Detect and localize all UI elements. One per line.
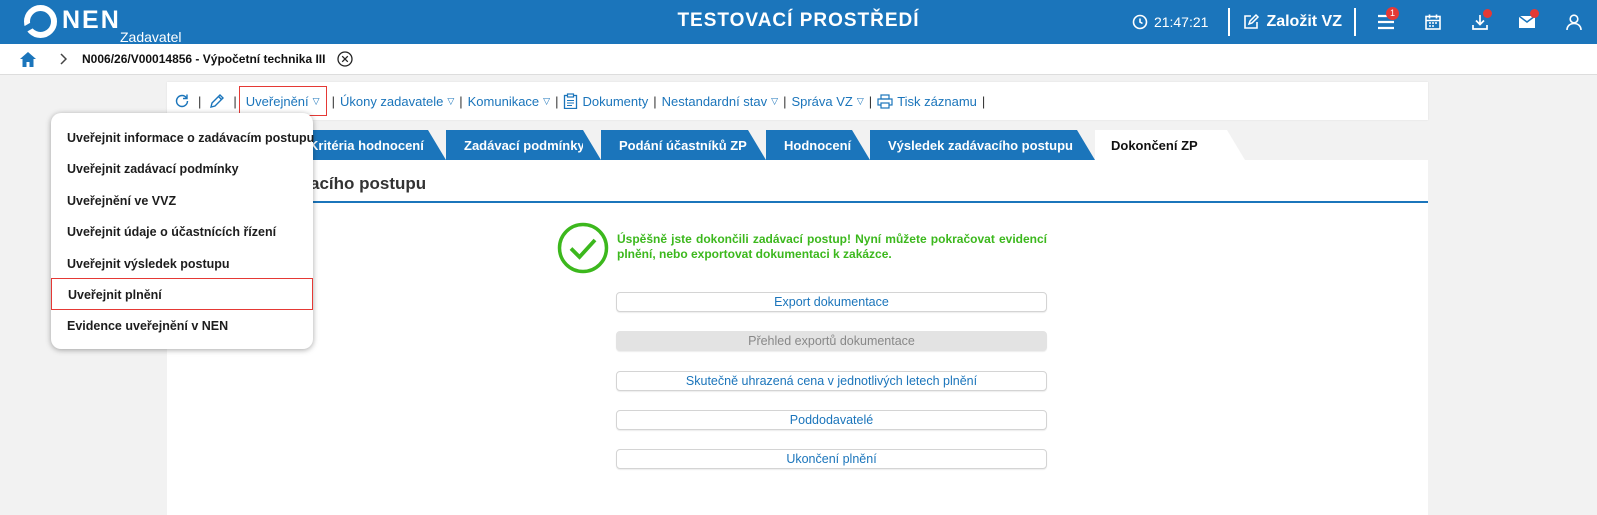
toolbar-actions-label: Úkony zadavatele (339, 93, 444, 109)
tab-submissions[interactable]: Podání účastníků ZP (601, 130, 766, 160)
toolbar-vz-management[interactable]: Správa VZ ▽ (791, 94, 863, 109)
process-tabs: Kritéria hodnocení Zadávací podmínky Pod… (167, 130, 1428, 160)
success-message-box: Úspěšně jste dokončili zadávací postup! … (557, 222, 1117, 274)
create-vz-button[interactable]: Založit VZ (1236, 13, 1348, 31)
printer-icon (877, 93, 893, 109)
menu-item-publish-vvz[interactable]: Uveřejnění ve VVZ (51, 185, 313, 217)
success-text: Úspěšně jste dokončili zadávací postup! … (617, 232, 1047, 261)
nen-logo[interactable]: NEN Zadavatel (24, 5, 181, 45)
toolbar-communication-label: Komunikace (467, 93, 540, 109)
close-icon[interactable] (337, 51, 354, 67)
subcontractors-button[interactable]: Poddodavatelé (616, 410, 1047, 430)
downloads-dot (1483, 9, 1492, 18)
toolbar-documents[interactable]: Dokumenty (563, 93, 648, 109)
checkmark-circle-icon (557, 222, 609, 274)
menu-item-publish-tender-conditions[interactable]: Uveřejnit zadávací podmínky (51, 153, 313, 185)
export-documentation-button[interactable]: Export dokumentace (616, 292, 1047, 312)
menu-button[interactable]: 1 (1362, 0, 1409, 44)
logo-subtitle: Zadavatel (120, 29, 182, 45)
messages-button[interactable] (1503, 0, 1550, 44)
menu-item-publish-result[interactable]: Uveřejnit výsledek postupu (51, 248, 313, 280)
publish-dropdown-menu: Uveřejnit informace o zadávacím postupu … (51, 113, 314, 349)
triangle-down-icon: ▽ (447, 95, 455, 106)
pencil-icon[interactable] (206, 93, 228, 109)
tab-tender-conditions[interactable]: Zadávací podmínky (446, 130, 601, 160)
toolbar-divider: | (555, 93, 559, 109)
toolbar-divider: | (868, 93, 873, 109)
menu-item-publish-participants[interactable]: Uveřejnit údaje o účastnících řízení (51, 216, 313, 248)
logo-text: NEN (62, 6, 121, 34)
toolbar-print-label: Tisk záznamu (897, 93, 977, 109)
top-bar: NEN Zadavatel TESTOVACÍ PROSTŘEDÍ 21:47:… (0, 0, 1597, 45)
end-performance-button[interactable]: Ukončení plnění (616, 449, 1047, 469)
user-button[interactable] (1550, 0, 1597, 44)
toolbar-nonstandard-state[interactable]: Nestandardní stav ▽ (662, 94, 778, 109)
toolbar-communication[interactable]: Komunikace ▽ (468, 94, 550, 109)
toolbar-publish[interactable]: Uveřejnění ▽ (238, 86, 327, 116)
toolbar-divider: | (981, 93, 986, 109)
toolbar-vz-management-label: Správa VZ (791, 93, 853, 109)
messages-dot (1530, 9, 1539, 18)
divider (1228, 8, 1231, 36)
clock-time: 21:47:21 (1153, 14, 1209, 30)
notification-badge: 1 (1386, 7, 1399, 20)
calendar-button[interactable] (1409, 0, 1456, 44)
divider (1354, 8, 1356, 36)
tab-evaluation[interactable]: Hodnocení (766, 130, 870, 160)
triangle-down-icon: ▽ (543, 95, 551, 106)
breadcrumb: N006/26/V00014856 - Výpočetní technika I… (0, 44, 1597, 75)
user-icon (1565, 14, 1582, 31)
menu-item-publish-performance[interactable]: Uveřejnit plnění (51, 278, 313, 310)
toolbar-divider: | (233, 93, 237, 109)
toolbar-divider: | (783, 93, 787, 109)
section-underline (167, 201, 1428, 203)
logo-ring-icon (24, 5, 57, 38)
refresh-icon[interactable] (171, 93, 193, 109)
menu-item-publish-procedure-info[interactable]: Uveřejnit informace o zadávacím postupu (51, 122, 314, 154)
toolbar-divider: | (331, 93, 335, 109)
clipboard-icon (564, 93, 578, 109)
toolbar-print[interactable]: Tisk záznamu (877, 94, 977, 109)
clock-icon (1132, 14, 1148, 30)
triangle-down-icon: ▽ (856, 95, 864, 106)
toolbar-publish-label: Uveřejnění (245, 93, 309, 109)
section-title: acího postupu (310, 174, 427, 193)
export-overview-button[interactable]: Přehled exportů dokumentace (616, 331, 1047, 351)
edit-icon (1244, 13, 1260, 29)
home-icon[interactable] (19, 51, 37, 68)
main-panel: Kritéria hodnocení Zadávací podmínky Pod… (167, 130, 1428, 515)
toolbar-documents-label: Dokumenty (582, 93, 649, 109)
downloads-button[interactable] (1456, 0, 1503, 44)
calendar-icon (1424, 14, 1441, 30)
breadcrumb-current[interactable]: N006/26/V00014856 - Výpočetní technika I… (82, 52, 325, 66)
menu-item-publication-records[interactable]: Evidence uveřejnění v NEN (51, 310, 313, 342)
toolbar-divider: | (653, 93, 657, 109)
toolbar-actions[interactable]: Úkony zadavatele ▽ (340, 94, 454, 109)
action-toolbar: | | Uveřejnění ▽ | Úkony zadavatele ▽ | … (167, 82, 1428, 120)
triangle-down-icon: ▽ (771, 95, 779, 106)
top-right-controls: 21:47:21 Založit VZ 1 (1132, 0, 1597, 44)
toolbar-nonstandard-state-label: Nestandardní stav (661, 93, 768, 109)
session-clock: 21:47:21 (1132, 14, 1209, 30)
toolbar-divider: | (459, 93, 463, 109)
triangle-down-icon: ▽ (312, 95, 320, 106)
tab-content: acího postupu Úspěšně jste dokončili zad… (167, 160, 1428, 515)
tab-result[interactable]: Výsledek zadávacího postupu (870, 130, 1095, 160)
toolbar-divider: | (198, 93, 202, 109)
chevron-right-icon (59, 53, 67, 65)
tab-completion[interactable]: Dokončení ZP (1095, 130, 1245, 160)
create-vz-label: Založit VZ (1266, 13, 1342, 30)
paid-price-button[interactable]: Skutečně uhrazená cena v jednotlivých le… (616, 371, 1047, 391)
